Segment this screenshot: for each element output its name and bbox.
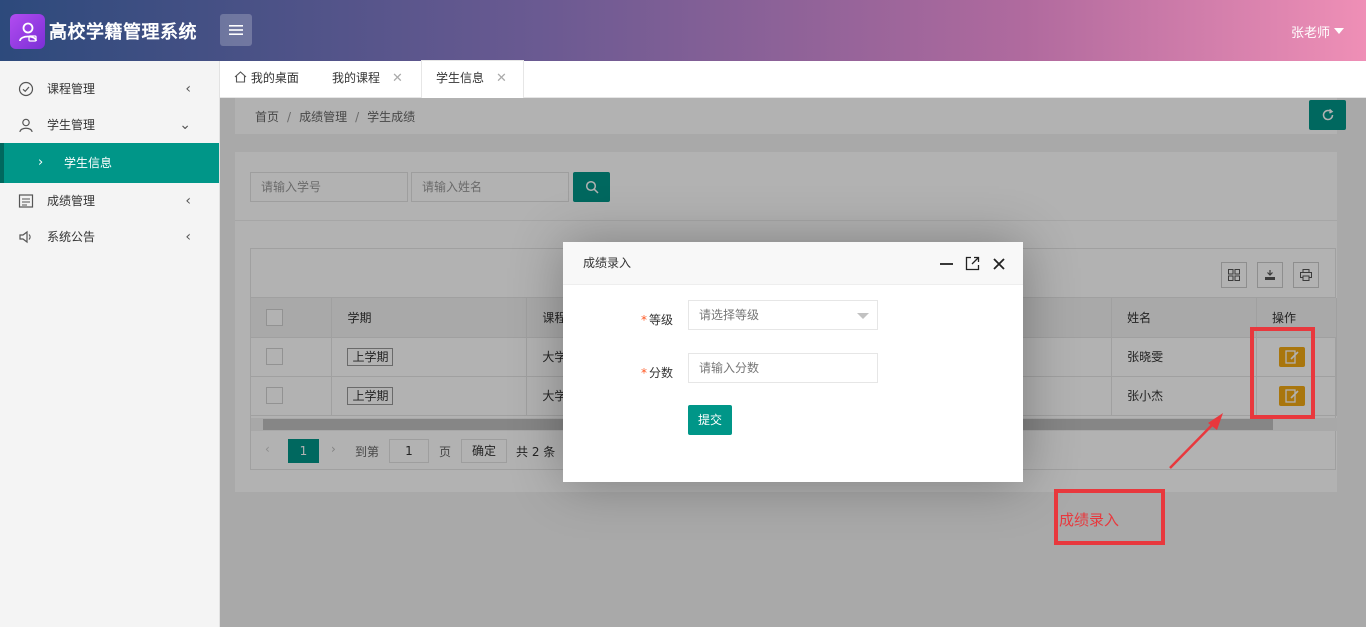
sidebar-item-label: 成绩管理 <box>47 194 96 208</box>
score-label: * 分数 <box>640 366 673 380</box>
sidebar-item-label: 学生管理 <box>47 118 96 132</box>
chevron-left-icon: ‹ <box>185 229 191 245</box>
sidebar-item-student-info[interactable]: › 学生信息 <box>0 143 219 183</box>
sidebar-item-course[interactable]: 课程管理 ‹ <box>0 71 219 107</box>
close-icon[interactable]: ✕ <box>392 71 403 86</box>
tab-my-course[interactable]: 我的课程 ✕ <box>332 61 403 98</box>
maximize-button[interactable] <box>964 255 981 272</box>
chevron-right-icon: › <box>38 155 44 170</box>
grade-entry-dialog: 成绩录入 * 等级 请选择等级 * 分数 请输入分数 提交 <box>563 242 1023 482</box>
sidebar-item-notice[interactable]: 系统公告 ‹ <box>0 219 219 255</box>
tab-student-info[interactable]: 学生信息 ✕ <box>422 61 523 98</box>
tab-bar: 我的桌面 我的课程 ✕ 学生信息 ✕ <box>220 61 1366 98</box>
maximize-icon <box>965 256 980 271</box>
select-arrow-icon <box>857 313 869 325</box>
sidebar-item-grades[interactable]: 成绩管理 ‹ <box>0 183 219 219</box>
dialog-title: 成绩录入 <box>583 256 632 270</box>
sidebar-item-label: 系统公告 <box>47 230 96 244</box>
chevron-left-icon: ‹ <box>185 193 191 209</box>
hamburger-icon <box>229 25 243 35</box>
tab-label: 我的课程 <box>332 71 381 85</box>
chevron-left-icon: ‹ <box>185 81 191 97</box>
callout-label: 成绩录入 <box>1059 511 1120 529</box>
check-circle-icon <box>18 81 34 97</box>
minimize-button[interactable] <box>938 255 955 272</box>
sidebar-item-label: 课程管理 <box>47 82 96 96</box>
user-name-label: 张老师 <box>1290 26 1330 41</box>
score-input[interactable]: 请输入分数 <box>688 353 878 383</box>
sidebar-item-student[interactable]: 学生管理 ⌄ <box>0 107 219 143</box>
top-header: 高校学籍管理系统 张老师 <box>0 0 1366 61</box>
grade-label: * 等级 <box>640 313 673 327</box>
submit-button[interactable]: 提交 <box>688 405 732 435</box>
tab-label: 我的桌面 <box>250 71 299 85</box>
user-icon <box>19 118 33 133</box>
close-icon <box>992 257 1005 270</box>
grade-select[interactable]: 请选择等级 <box>688 300 878 330</box>
app-title: 高校学籍管理系统 <box>49 22 197 43</box>
sidebar-item-label: 学生信息 <box>64 156 113 170</box>
sidebar: 课程管理 ‹ 学生管理 ⌄ › 学生信息 成绩管理 ‹ 系统公告 ‹ <box>0 61 220 627</box>
logo-user-icon <box>10 14 45 49</box>
close-button[interactable] <box>990 255 1007 272</box>
form-icon <box>18 194 34 208</box>
menu-toggle-button[interactable] <box>220 14 252 46</box>
user-menu[interactable]: 张老师 <box>1291 22 1344 41</box>
speaker-icon <box>19 230 31 244</box>
minimize-icon <box>940 263 953 265</box>
callout-arrow <box>1169 413 1223 469</box>
highlight-edit-buttons <box>1250 327 1315 419</box>
caret-down-icon <box>1334 28 1344 39</box>
close-icon[interactable]: ✕ <box>496 71 507 86</box>
tab-label: 学生信息 <box>436 71 485 85</box>
grade-select-placeholder: 请选择等级 <box>699 308 760 322</box>
dialog-header: 成绩录入 <box>563 242 1023 285</box>
home-icon <box>234 71 247 83</box>
chevron-down-icon: ⌄ <box>179 117 191 133</box>
tab-desktop[interactable]: 我的桌面 <box>234 61 299 98</box>
